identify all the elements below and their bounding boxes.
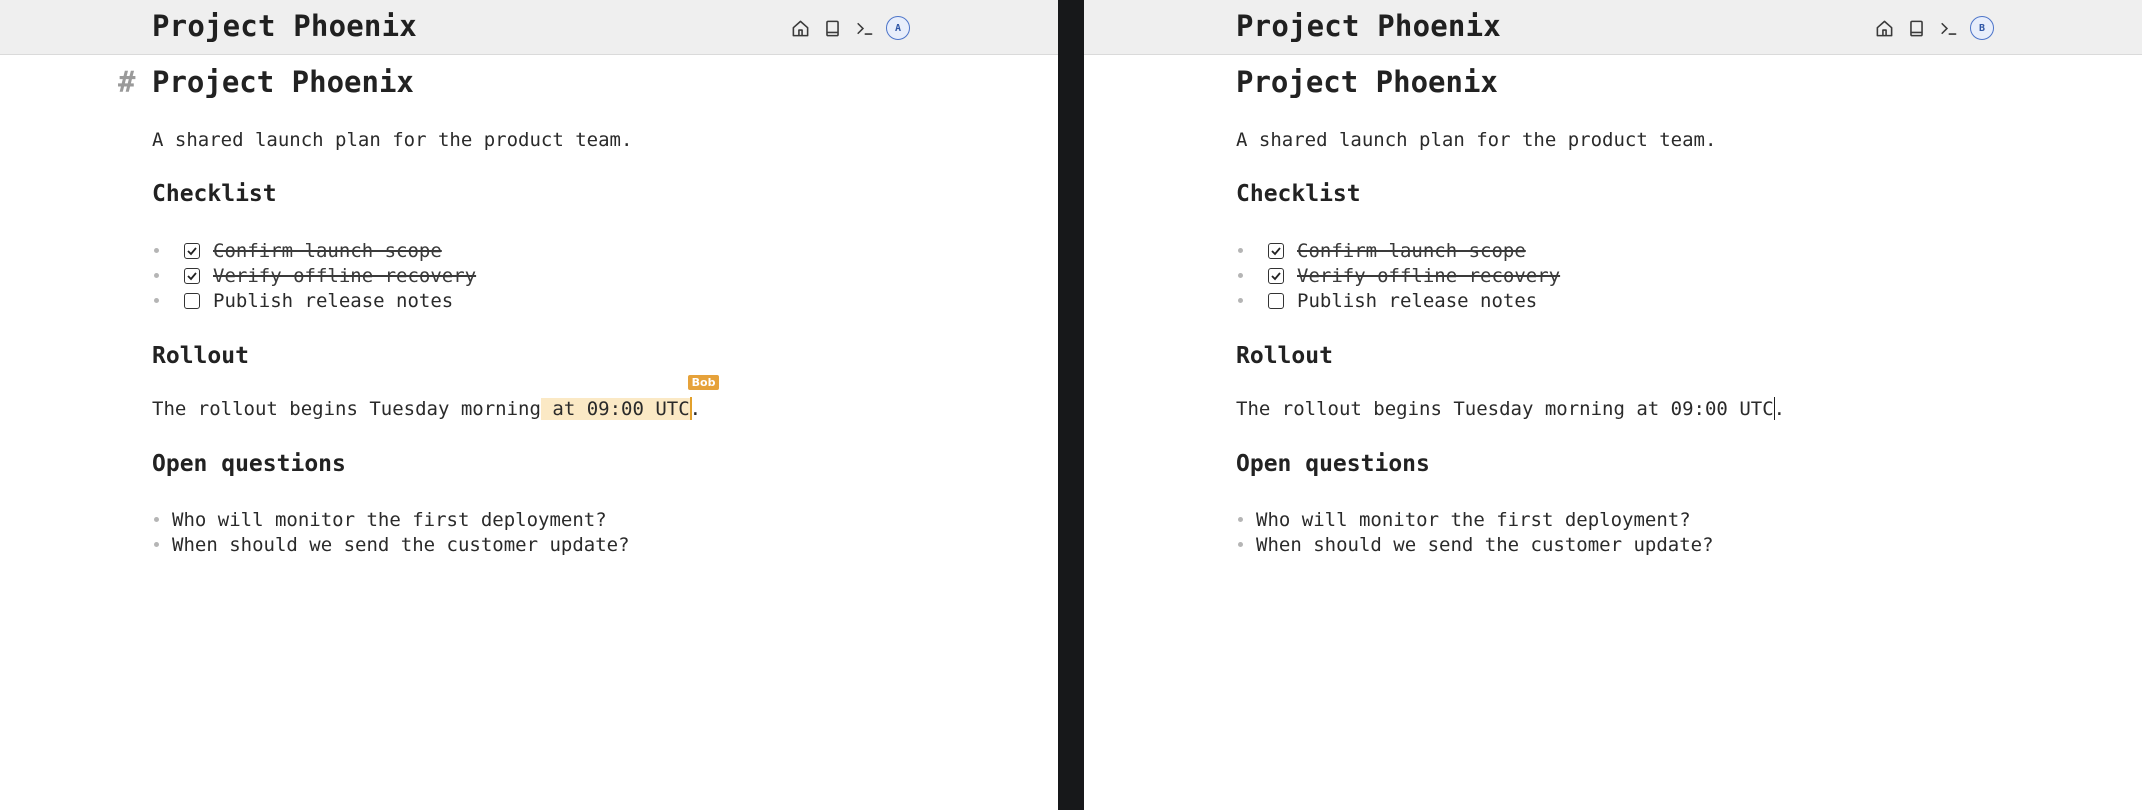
rollout-text: The rollout begins Tuesday morning at 09…: [1236, 398, 1774, 420]
bullet: [154, 517, 159, 522]
checkbox-checked[interactable]: [1268, 267, 1284, 284]
checklist-item: Confirm launch scope: [1236, 238, 1560, 263]
heading-text: Project Phoenix: [1236, 65, 1498, 99]
book-icon[interactable]: [1902, 15, 1930, 41]
question-text: Who will monitor the first deployment?: [1256, 508, 1691, 531]
intro-paragraph: A shared launch plan for the product tea…: [1236, 129, 1717, 151]
bullet: [1238, 273, 1243, 278]
user-avatar[interactable]: B: [1970, 16, 1994, 40]
bullet: [154, 298, 159, 303]
question-text: When should we send the customer update?: [1256, 533, 1714, 556]
checklist-item-text: Publish release notes: [213, 289, 454, 312]
checkbox-checked[interactable]: [184, 267, 200, 284]
bullet: [154, 273, 159, 278]
remote-cursor-label: Bob: [687, 374, 720, 390]
checklist: Confirm launch scope Verify offline reco…: [152, 238, 476, 313]
bullet: [1238, 542, 1243, 547]
checklist-item: Verify offline recovery: [1236, 263, 1560, 288]
top-bar: Project Phoenix B: [1084, 0, 2142, 55]
toolbar-icons: B: [1870, 15, 1994, 41]
user-avatar[interactable]: A: [886, 16, 910, 40]
editor-pane-b: Project Phoenix B Project Phoenix A shar…: [1084, 0, 2142, 810]
editor-pane-a: Project Phoenix A # Project Phoenix A sh…: [0, 0, 1058, 810]
checkbox-checked[interactable]: [1268, 242, 1284, 259]
app-title: Project Phoenix: [1236, 9, 1501, 43]
rollout-text-end: .: [1773, 398, 1786, 420]
checklist-heading: Checklist: [152, 181, 277, 207]
checkbox-unchecked[interactable]: [184, 292, 200, 309]
list-item: When should we send the customer update?: [152, 532, 630, 557]
pane-divider[interactable]: [1058, 0, 1084, 810]
terminal-icon[interactable]: [1934, 15, 1962, 41]
rollout-heading: Rollout: [152, 343, 249, 369]
rollout-paragraph: The rollout begins Tuesday morning at 09…: [1236, 396, 1786, 421]
top-bar: Project Phoenix A: [0, 0, 1058, 55]
book-icon[interactable]: [818, 15, 846, 41]
checklist-item-text: Publish release notes: [1297, 289, 1538, 312]
list-item: When should we send the customer update?: [1236, 532, 1714, 557]
questions-list: Who will monitor the first deployment? W…: [1236, 507, 1714, 557]
rollout-heading: Rollout: [1236, 343, 1333, 369]
intro-paragraph: A shared launch plan for the product tea…: [152, 129, 633, 151]
bullet: [1238, 517, 1243, 522]
bullet: [1238, 298, 1243, 303]
toolbar-icons: A: [786, 15, 910, 41]
terminal-icon[interactable]: [850, 15, 878, 41]
heading-marker: #: [118, 65, 136, 99]
bullet: [1238, 248, 1243, 253]
rollout-paragraph: The rollout begins Tuesday morning at 09…: [152, 374, 720, 421]
checklist-item: Publish release notes: [152, 288, 476, 313]
question-text: Who will monitor the first deployment?: [172, 508, 607, 531]
checklist-item: Publish release notes: [1236, 288, 1560, 313]
checkbox-unchecked[interactable]: [1268, 292, 1284, 309]
checklist-item-text: Confirm launch scope: [213, 239, 442, 262]
heading-text: Project Phoenix: [152, 65, 414, 99]
questions-list: Who will monitor the first deployment? W…: [152, 507, 630, 557]
list-item: Who will monitor the first deployment?: [152, 507, 630, 532]
checklist-item: Confirm launch scope: [152, 238, 476, 263]
checklist-heading: Checklist: [1236, 181, 1361, 207]
home-icon[interactable]: [1870, 15, 1898, 41]
bullet: [154, 248, 159, 253]
checklist-item-text: Verify offline recovery: [1297, 264, 1561, 287]
bullet: [154, 542, 159, 547]
document-heading: # Project Phoenix: [118, 65, 414, 99]
checklist-item: Verify offline recovery: [152, 263, 476, 288]
question-text: When should we send the customer update?: [172, 533, 630, 556]
remote-selection-highlight: at 09:00 UTC: [540, 398, 690, 420]
checklist: Confirm launch scope Verify offline reco…: [1236, 238, 1560, 313]
app-title: Project Phoenix: [152, 9, 417, 43]
home-icon[interactable]: [786, 15, 814, 41]
document-heading: Project Phoenix: [1236, 65, 1498, 99]
questions-heading: Open questions: [1236, 451, 1430, 477]
checklist-item-text: Confirm launch scope: [1297, 239, 1526, 262]
questions-heading: Open questions: [152, 451, 346, 477]
rollout-text: The rollout begins Tuesday morning: [152, 398, 541, 420]
checkbox-checked[interactable]: [184, 242, 200, 259]
list-item: Who will monitor the first deployment?: [1236, 507, 1714, 532]
checklist-item-text: Verify offline recovery: [213, 264, 477, 287]
